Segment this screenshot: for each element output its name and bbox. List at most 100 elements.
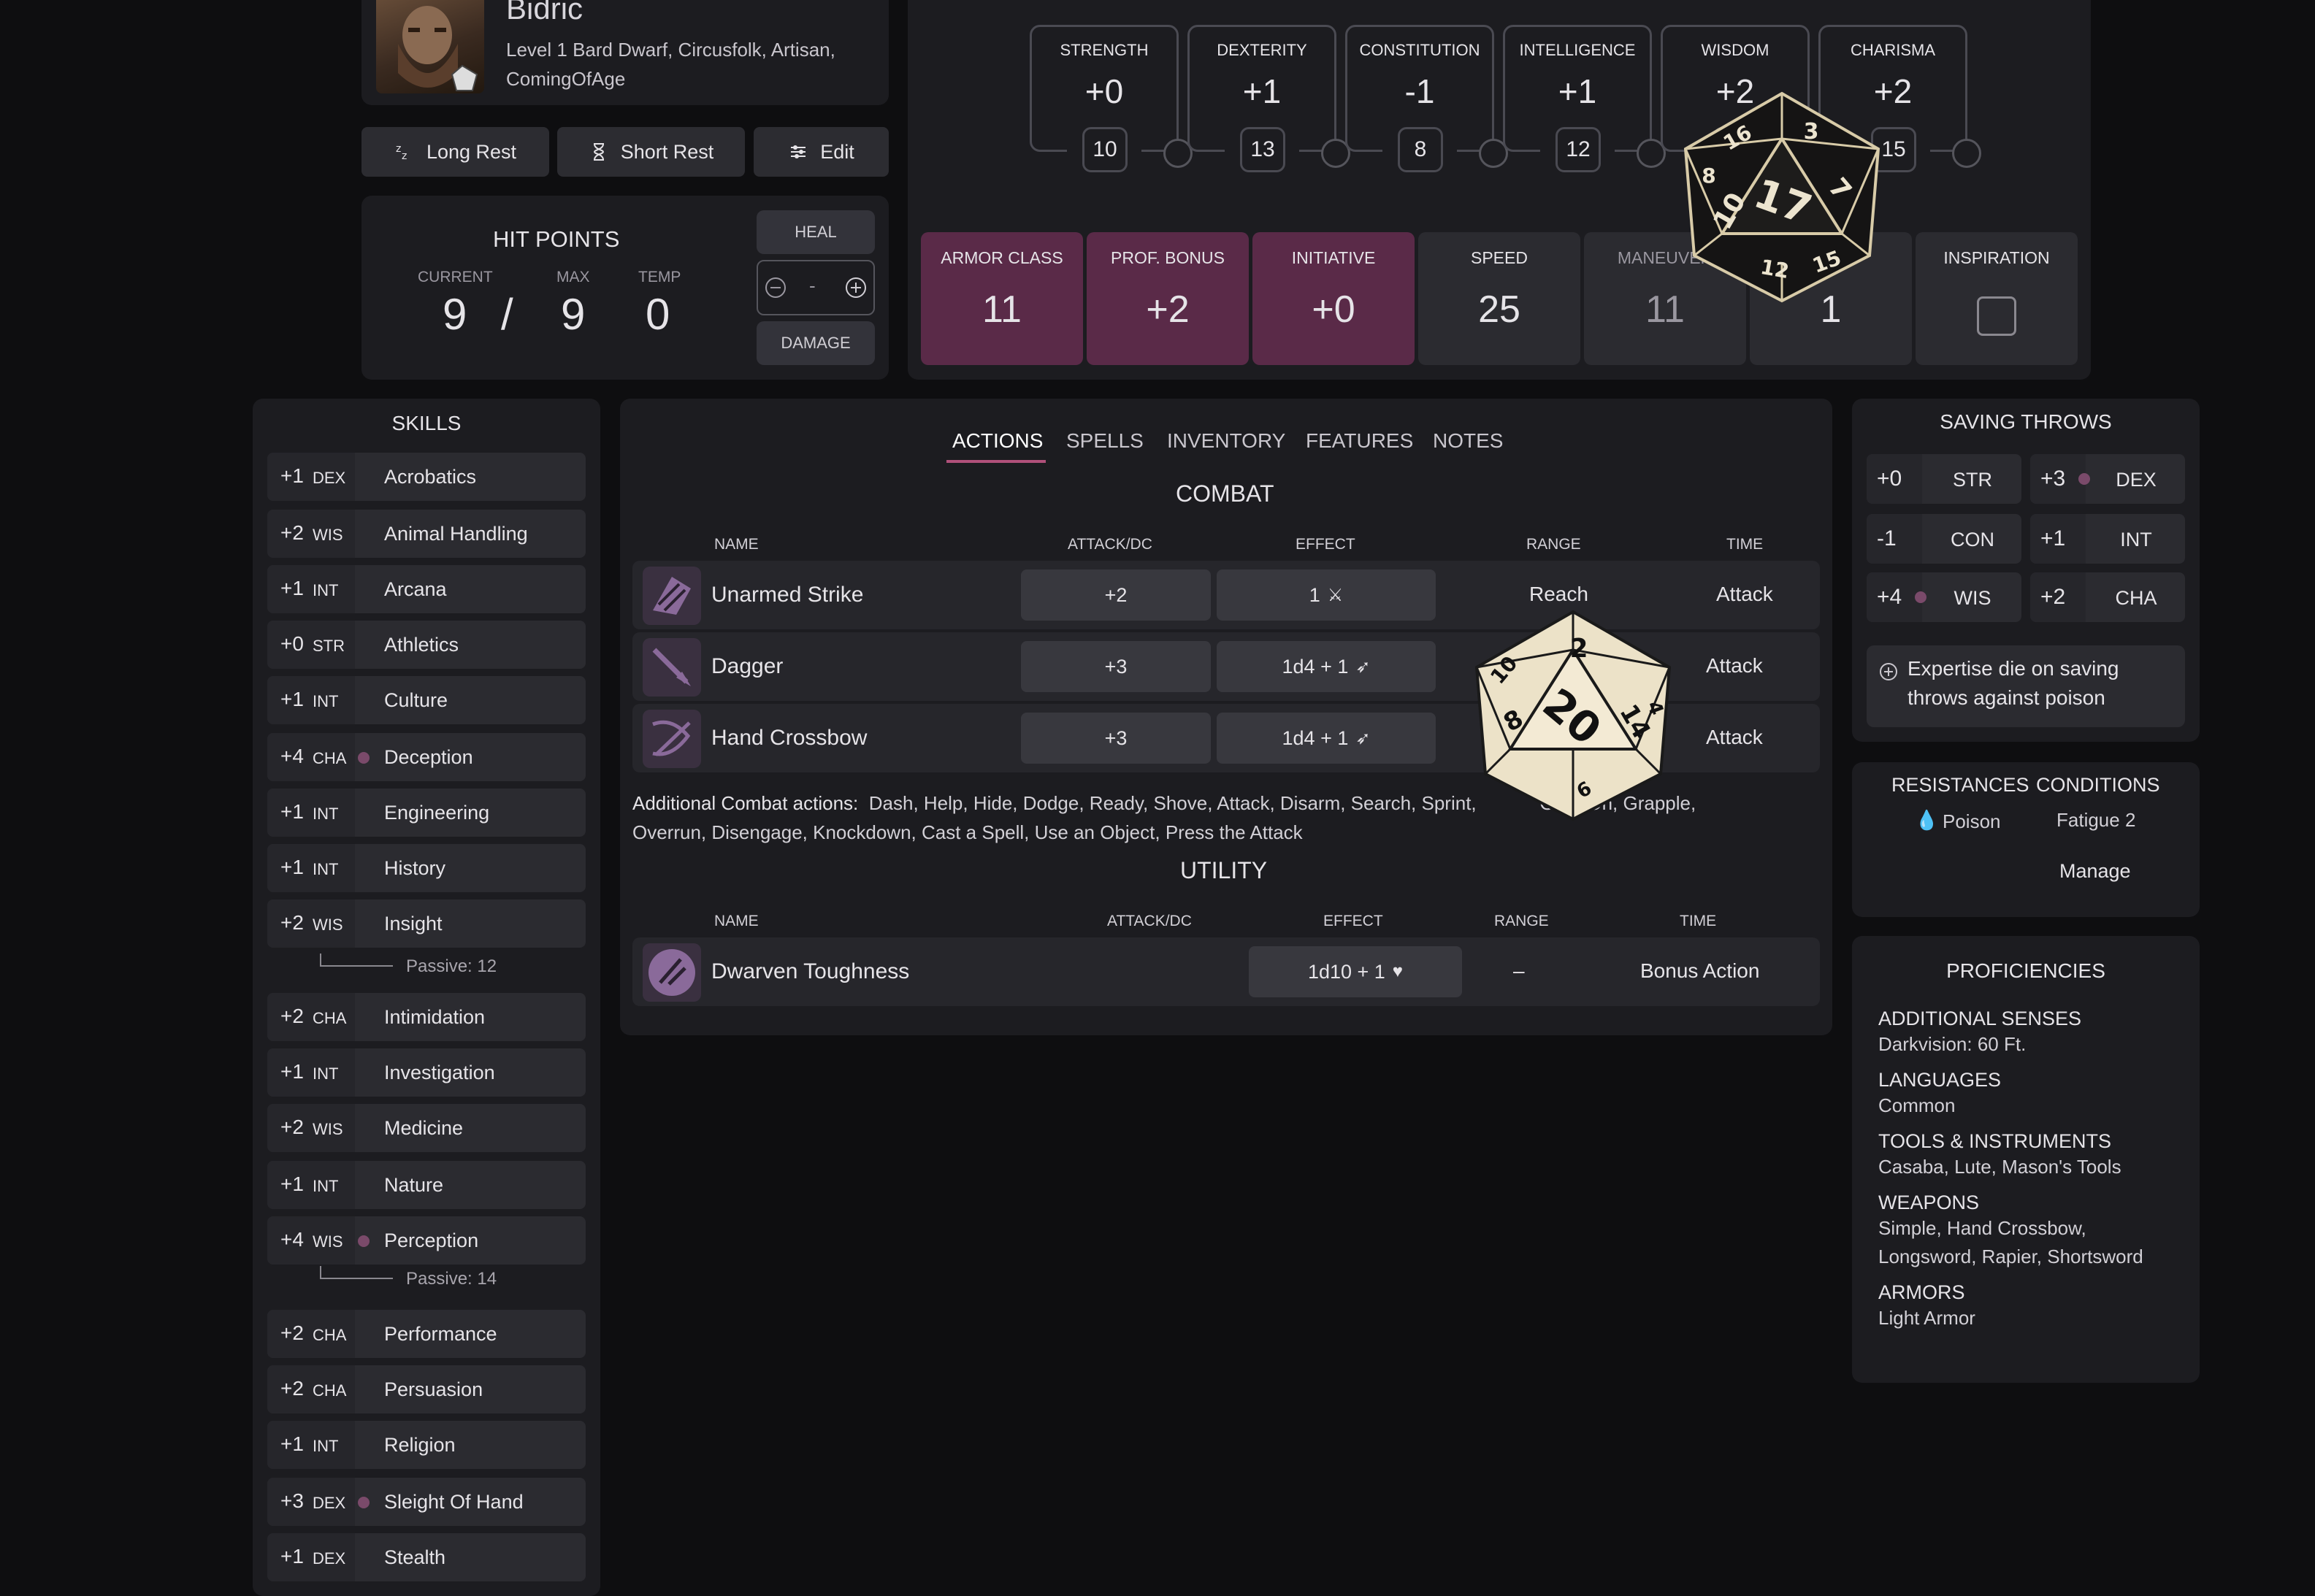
tab-spells[interactable]: SPELLS — [1066, 429, 1144, 453]
ability-name: DEXTERITY — [1217, 41, 1307, 59]
minus-icon[interactable] — [764, 276, 787, 299]
save-ability: STR — [1953, 469, 1992, 491]
ability-constitution[interactable]: CONSTITUTION -1 8 — [1345, 25, 1508, 172]
stat-label: PROF. BONUS — [1111, 248, 1225, 267]
skill-row[interactable]: +2 CHA Intimidation — [267, 993, 586, 1041]
senses-heading: ADDITIONAL SENSES — [1878, 1008, 2082, 1029]
skill-row[interactable]: +0 STR Athletics — [267, 621, 586, 669]
skill-row[interactable]: +1 INT Investigation — [267, 1048, 586, 1097]
inspiration-card[interactable]: INSPIRATION — [1916, 232, 2078, 365]
skill-row[interactable]: +1 DEX Stealth — [267, 1533, 586, 1581]
action-time: Attack — [1706, 654, 1763, 677]
action-effect-button[interactable]: 1d4 + 1 ➶ — [1217, 713, 1436, 764]
skill-modifier: +1 — [280, 1432, 304, 1455]
skill-row[interactable]: +4 WIS Perception — [267, 1216, 586, 1265]
skill-name: Engineering — [384, 802, 490, 824]
skill-ability: INT — [313, 1064, 339, 1083]
skill-row[interactable]: +2 CHA Persuasion — [267, 1365, 586, 1413]
action-effect-button[interactable]: 1 ⚔ — [1217, 569, 1436, 621]
saving-throw-wis[interactable]: +4 WIS — [1867, 572, 2021, 622]
saving-throw-con[interactable]: -1 CON — [1867, 514, 2021, 564]
ability-dexterity[interactable]: DEXTERITY +1 13 — [1187, 25, 1350, 172]
skill-name: Culture — [384, 689, 448, 711]
hp-separator: / — [501, 290, 513, 339]
saving-throw-int[interactable]: +1 INT — [2030, 514, 2185, 564]
action-row-dwarven-toughness[interactable]: Dwarven Toughness 1d10 + 1 ♥ – Bonus Acti… — [632, 937, 1820, 1006]
skill-row[interactable]: +2 WIS Medicine — [267, 1104, 586, 1152]
ability-strength[interactable]: STRENGTH +0 10 — [1030, 25, 1193, 172]
combat-header-range: RANGE — [1526, 536, 1581, 553]
hp-temp-value[interactable]: 0 — [646, 289, 670, 339]
ability-score: 10 — [1082, 127, 1128, 172]
stat-label: INITIATIVE — [1291, 248, 1376, 267]
action-attack-button[interactable]: +3 — [1021, 713, 1211, 764]
tab-inventory[interactable]: INVENTORY — [1167, 429, 1285, 453]
character-portrait[interactable] — [376, 0, 484, 93]
sliders-icon — [791, 145, 806, 158]
skill-row[interactable]: +4 CHA Deception — [267, 733, 586, 781]
skill-row[interactable]: +2 WIS Animal Handling — [267, 510, 586, 558]
d20-dark-die-icon[interactable]: 17 7 10 8 3 16 12 15 — [1672, 88, 1891, 307]
speed-card[interactable]: SPEED 25 — [1418, 232, 1580, 365]
action-effect: 1d4 + 1 — [1282, 655, 1349, 678]
tab-notes[interactable]: NOTES — [1433, 429, 1503, 453]
plus-icon[interactable] — [844, 276, 868, 299]
skill-name: Investigation — [384, 1062, 495, 1083]
skill-modifier: +2 — [280, 1005, 304, 1027]
skill-name: Medicine — [384, 1117, 464, 1139]
armor-class-card[interactable]: ARMOR CLASS 11 — [921, 232, 1083, 365]
initiative-card[interactable]: INITIATIVE +0 — [1252, 232, 1415, 365]
action-attack: +3 — [1104, 655, 1128, 678]
skill-name: Intimidation — [384, 1006, 486, 1028]
manage-conditions-button[interactable]: Manage — [2059, 860, 2131, 883]
piercing-icon: ➶ — [1355, 728, 1371, 748]
edit-button[interactable]: Edit — [754, 127, 889, 177]
skill-row[interactable]: +2 CHA Performance — [267, 1310, 586, 1358]
additional-actions-line2[interactable]: Overrun, Disengage, Knockdown, Cast a Sp… — [632, 821, 1303, 843]
skill-ability: WIS — [313, 526, 343, 544]
action-effect-button[interactable]: 1d10 + 1 ♥ — [1249, 946, 1462, 997]
skill-row[interactable]: +2 WIS Insight — [267, 899, 586, 948]
action-effect-button[interactable]: 1d4 + 1 ➶ — [1217, 641, 1436, 692]
skill-row[interactable]: +1 DEX Acrobatics — [267, 453, 586, 501]
action-attack: +3 — [1104, 726, 1128, 749]
skill-name: History — [384, 857, 446, 879]
condition-fatigue[interactable]: Fatigue 2 — [2056, 809, 2135, 832]
saving-throw-dex[interactable]: +3 DEX — [2030, 454, 2185, 504]
add-circle-icon — [1880, 663, 1897, 680]
action-attack-button[interactable]: +3 — [1021, 641, 1211, 692]
action-effect: 1d4 + 1 — [1282, 726, 1349, 749]
inspiration-checkbox[interactable] — [1977, 296, 2016, 336]
ability-intelligence[interactable]: INTELLIGENCE +1 12 — [1503, 25, 1666, 172]
skill-ability: INT — [313, 581, 339, 599]
skill-row[interactable]: +3 DEX Sleight Of Hand — [267, 1478, 586, 1526]
heal-button[interactable]: HEAL — [757, 210, 875, 254]
saving-throw-str[interactable]: +0 STR — [1867, 454, 2021, 504]
skill-row[interactable]: +1 INT History — [267, 844, 586, 892]
skill-row[interactable]: +1 INT Religion — [267, 1421, 586, 1469]
stat-value: 11 — [982, 288, 1022, 331]
saving-throw-cha[interactable]: +2 CHA — [2030, 572, 2185, 622]
skill-modifier: +1 — [280, 856, 304, 878]
hp-current-value[interactable]: 9 — [443, 289, 467, 339]
proficiency-bonus-card[interactable]: PROF. BONUS +2 — [1087, 232, 1249, 365]
skill-row[interactable]: +1 INT Engineering — [267, 789, 586, 837]
additional-actions-line1[interactable]: Dash, Help, Hide, Dodge, Ready, Shove, A… — [869, 792, 1477, 814]
skill-row[interactable]: +1 INT Culture — [267, 676, 586, 724]
skill-row[interactable]: +1 INT Nature — [267, 1161, 586, 1209]
long-rest-button[interactable]: zz Long Rest — [361, 127, 549, 177]
piercing-icon: ➶ — [1355, 656, 1371, 677]
tab-actions[interactable]: ACTIONS — [952, 429, 1043, 453]
damage-button[interactable]: DAMAGE — [757, 321, 875, 365]
tab-features[interactable]: FEATURES — [1306, 429, 1413, 453]
ability-proficiency-toggle[interactable] — [1952, 139, 1981, 168]
skill-modifier: +2 — [280, 521, 304, 544]
skill-ability: INT — [313, 1177, 339, 1195]
hp-amount-input[interactable]: - — [757, 260, 875, 315]
short-rest-button[interactable]: Short Rest — [557, 127, 745, 177]
d20-light-die-icon[interactable]: 20 2 8 14 10 4 9 — [1463, 606, 1683, 825]
skill-row[interactable]: +1 INT Arcana — [267, 565, 586, 613]
sleep-icon: zz — [396, 143, 407, 162]
action-attack-button[interactable]: +2 — [1021, 569, 1211, 621]
save-modifier: +1 — [2040, 526, 2066, 550]
